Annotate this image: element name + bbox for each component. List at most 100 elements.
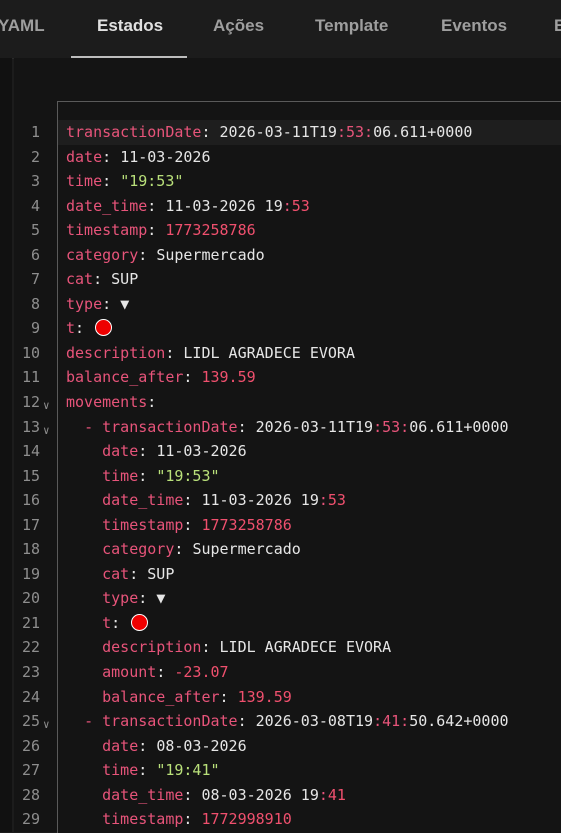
token: 06.611+0000 (409, 417, 509, 436)
tab-yaml[interactable]: YAML (0, 0, 45, 56)
token: balance_after (102, 687, 220, 706)
token: : (102, 147, 121, 166)
token: description (66, 343, 166, 362)
line-content: date: 11-03-2026 (66, 439, 247, 464)
code-line[interactable]: 22 description: LIDL AGRADECE EVORA (0, 635, 561, 660)
line-content: cat: SUP (66, 562, 174, 587)
token: :53: (373, 417, 410, 436)
token: category (66, 245, 139, 264)
line-number: 19 (21, 564, 40, 583)
token: : (138, 589, 157, 608)
token: 50.642+0000 (409, 712, 509, 731)
code-line[interactable]: 10 description: LIDL AGRADECE EVORA (0, 341, 561, 366)
code-line[interactable]: 13 ∨ - transactionDate: 2026-03-11T19:53:… (0, 415, 561, 440)
token: : (147, 196, 166, 215)
code-line[interactable]: 6 category: Supermercado (0, 243, 561, 268)
token: 2026-03-08T19 (255, 712, 374, 731)
code-line[interactable]: 16 date_time: 11-03-2026 19:53 (0, 488, 561, 513)
tab-acoes[interactable]: Ações (213, 0, 264, 56)
code-line[interactable]: 14 date: 11-03-2026 (0, 439, 561, 464)
token: cat (66, 270, 94, 289)
line-number: 27 (21, 761, 40, 780)
token: : (93, 270, 112, 289)
code-line[interactable]: 11 balance_after: 139.59 (0, 365, 561, 390)
line-content: movements: (66, 390, 156, 415)
token: 08-03-2026 19 (201, 785, 319, 804)
line-number: 7 (30, 270, 40, 289)
token: -23.07 (174, 663, 229, 682)
token: 11-03-2026 (156, 442, 247, 461)
code-line[interactable]: 19 cat: SUP (0, 562, 561, 587)
line-content: date: 11-03-2026 (66, 145, 211, 170)
line-content: date: 08-03-2026 (66, 734, 247, 759)
tab-template[interactable]: Template (315, 0, 388, 56)
code-line[interactable]: 26 date: 08-03-2026 (0, 734, 561, 759)
tab-eventos[interactable]: Eventos (441, 0, 507, 56)
line-number: 5 (30, 221, 40, 240)
tab-overflow[interactable]: E (554, 0, 561, 56)
code-line[interactable]: 20 type: ▼ (0, 586, 561, 611)
code-line[interactable]: 12 ∨ movements: (0, 390, 561, 415)
line-number: 16 (21, 491, 40, 510)
line-content: - transactionDate: 2026-03-08T19:41:50.6… (66, 709, 509, 734)
code-line[interactable]: 4 date_time: 11-03-2026 19:53 (0, 194, 561, 219)
token: : (183, 785, 202, 804)
code-line[interactable]: 1 transactionDate: 2026-03-11T19:53:06.61… (0, 120, 561, 145)
line-number: 14 (21, 442, 40, 461)
token: date (102, 442, 139, 461)
token: time (102, 466, 139, 485)
token: "19:53" (120, 172, 184, 191)
line-content: amount: -23.07 (66, 660, 229, 685)
code-line[interactable]: 7 cat: SUP (0, 267, 561, 292)
code-line[interactable]: 28 date_time: 08-03-2026 19:41 (0, 783, 561, 808)
line-number: 6 (30, 245, 40, 264)
line-content: type: ▼ (66, 586, 165, 611)
line-number: 18 (21, 540, 40, 559)
code-line[interactable]: 29 timestamp: 1772998910 (0, 807, 561, 832)
code-line[interactable]: 9 t: (0, 316, 561, 341)
line-content: t: (66, 611, 149, 636)
code-line[interactable]: 2 date: 11-03-2026 (0, 145, 561, 170)
token: 2026-03-11T19 (255, 417, 374, 436)
code-line[interactable]: 17 timestamp: 1773258786 (0, 513, 561, 538)
code-line[interactable]: 21 t: (0, 611, 561, 636)
code-line[interactable]: 8 type: ▼ (0, 292, 561, 317)
code-line[interactable]: 3 time: "19:53" (0, 169, 561, 194)
code-line[interactable]: 23 amount: -23.07 (0, 660, 561, 685)
token: date (66, 147, 103, 166)
token: : (183, 491, 202, 510)
token: type (66, 294, 103, 313)
line-number: 25 (21, 712, 40, 731)
token: : (111, 613, 130, 632)
token: "19:53" (156, 466, 220, 485)
line-content: transactionDate: 2026-03-11T19:53:06.611… (66, 120, 472, 145)
token: : (318, 491, 328, 510)
code-line[interactable]: 15 time: "19:53" (0, 464, 561, 489)
token: time (102, 761, 139, 780)
line-number: 13 (21, 417, 40, 436)
code-line[interactable]: 24 balance_after: 139.59 (0, 685, 561, 710)
red-circle-icon (95, 319, 113, 337)
line-content: date_time: 08-03-2026 19:41 (66, 783, 346, 808)
line-number: 12 (21, 393, 40, 412)
tab-estados[interactable]: Estados (97, 0, 163, 56)
token: : (147, 221, 166, 240)
code-line[interactable]: 18 category: Supermercado (0, 537, 561, 562)
token: 11-03-2026 19 (165, 196, 283, 215)
token: transactionDate (102, 417, 238, 436)
code-line[interactable]: 25 ∨ - transactionDate: 2026-03-08T19:41:… (0, 709, 561, 734)
line-number: 15 (21, 466, 40, 485)
code-line[interactable]: 27 time: "19:41" (0, 758, 561, 783)
code-line[interactable]: 5 timestamp: 1773258786 (0, 218, 561, 243)
line-content: time: "19:53" (66, 464, 220, 489)
token: : (129, 564, 148, 583)
tab-bar: YAML Estados Ações Template Eventos E (0, 0, 561, 59)
